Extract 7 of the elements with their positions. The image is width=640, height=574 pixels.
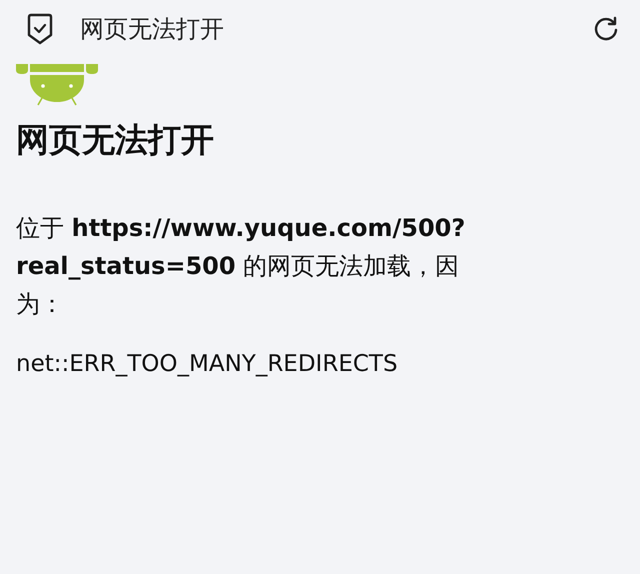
- refresh-icon[interactable]: [592, 15, 620, 43]
- android-robot-icon: [16, 64, 98, 106]
- error-code: net::ERR_TOO_MANY_REDIRECTS: [16, 351, 399, 377]
- error-heading: 网页无法打开: [16, 119, 215, 161]
- error-message: 位于 https://www.yuque.com/500?real_status=500 的网页无法加载，因为：: [16, 213, 466, 320]
- page-title: 网页无法打开: [80, 14, 225, 45]
- shield-check-icon[interactable]: [26, 13, 54, 45]
